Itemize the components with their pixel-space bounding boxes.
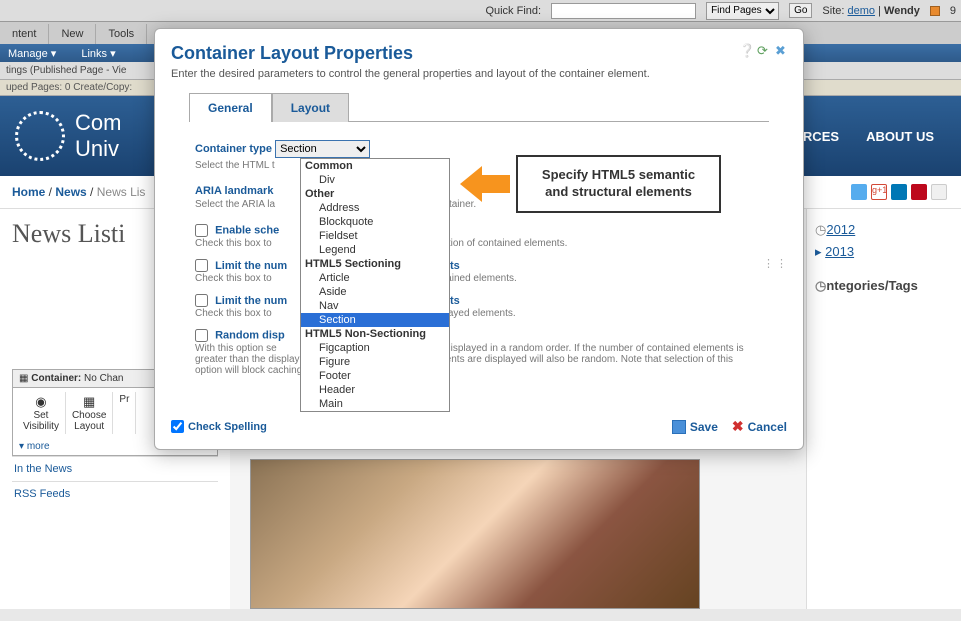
crumb-current: News Lis bbox=[97, 185, 146, 199]
refresh-icon[interactable]: ⟳ bbox=[757, 43, 771, 57]
opt-section[interactable]: Section bbox=[301, 313, 449, 327]
crumb-home[interactable]: Home bbox=[12, 185, 45, 199]
opt-aside[interactable]: Aside bbox=[301, 285, 449, 299]
group-h5sec: HTML5 Sectioning bbox=[301, 257, 449, 271]
site-label: Site: demo | Wendy bbox=[822, 5, 919, 17]
tab-general[interactable]: General bbox=[189, 93, 272, 122]
opt-fieldset[interactable]: Fieldset bbox=[301, 229, 449, 243]
linkedin-icon[interactable] bbox=[891, 184, 907, 200]
container-type-select[interactable]: Section bbox=[275, 140, 370, 158]
resize-handle[interactable]: ⋮⋮ bbox=[763, 257, 789, 270]
article-photo bbox=[250, 459, 700, 609]
check-spelling-label: Check Spelling bbox=[188, 421, 267, 433]
opt-article[interactable]: Article bbox=[301, 271, 449, 285]
categories-heading: ◷ntegories/Tags bbox=[815, 275, 953, 297]
limit-contained-checkbox[interactable] bbox=[195, 259, 208, 272]
group-other: Other bbox=[301, 187, 449, 201]
year-2013[interactable]: ▸ 2013 bbox=[815, 241, 953, 263]
pinterest-icon[interactable] bbox=[911, 184, 927, 200]
limit-contained-help: Check this box tof contained elements. bbox=[195, 273, 763, 284]
random-row: Random disp With this option ses will be… bbox=[195, 329, 763, 376]
year-2012[interactable]: ◷2012 bbox=[815, 219, 953, 241]
check-spelling-checkbox[interactable] bbox=[171, 420, 184, 433]
properties-button[interactable]: Pr bbox=[113, 392, 136, 434]
site-logo[interactable]: ComUniv bbox=[15, 110, 121, 162]
limit-displayed-row: Limit the numents Check this box tof dis… bbox=[195, 294, 763, 319]
random-checkbox[interactable] bbox=[195, 329, 208, 342]
manage-menu[interactable]: Manage ▾ bbox=[8, 47, 56, 60]
quick-find-label: Quick Find: bbox=[485, 5, 541, 17]
opt-figure[interactable]: Figure bbox=[301, 355, 449, 369]
site-link[interactable]: demo bbox=[848, 5, 876, 17]
group-common: Common bbox=[301, 159, 449, 173]
aria-label: ARIA landmark bbox=[195, 185, 273, 197]
tab-new[interactable]: New bbox=[49, 24, 96, 44]
limit-contained-row: Limit the numents Check this box tof con… bbox=[195, 259, 763, 284]
set-visibility-button[interactable]: ◉SetVisibility bbox=[17, 392, 66, 434]
tab-content[interactable]: ntent bbox=[0, 24, 49, 44]
sidelink-rss[interactable]: RSS Feeds bbox=[12, 481, 218, 506]
opt-nav[interactable]: Nav bbox=[301, 299, 449, 313]
random-help: With this option ses will be displayed i… bbox=[195, 343, 763, 376]
limit-displayed-help: Check this box tof displayed elements. bbox=[195, 308, 763, 319]
container-layout-dialog: ❔ ⟳ ✖ Container Layout Properties Enter … bbox=[154, 28, 804, 450]
help-icon[interactable]: ❔ bbox=[739, 43, 753, 57]
save-icon bbox=[672, 420, 686, 434]
dialog-tabs: General Layout bbox=[189, 92, 769, 122]
opt-main[interactable]: Main bbox=[301, 397, 449, 411]
crumb-news[interactable]: News bbox=[55, 185, 86, 199]
go-button[interactable]: Go bbox=[789, 3, 812, 18]
dialog-subtitle: Enter the desired parameters to control … bbox=[171, 68, 787, 80]
enable-sched-row: Enable sche Check this box tonalization … bbox=[195, 224, 763, 249]
save-button[interactable]: Save bbox=[672, 420, 718, 434]
group-h5non: HTML5 Non-Sectioning bbox=[301, 327, 449, 341]
enable-sched-label: Enable sche bbox=[215, 225, 279, 237]
choose-layout-button[interactable]: ▦ChooseLayout bbox=[66, 392, 113, 434]
sidelink-in-news[interactable]: In the News bbox=[12, 456, 218, 481]
logo-text: ComUniv bbox=[75, 110, 121, 162]
cancel-icon: ✖ bbox=[732, 418, 744, 435]
random-label: Random disp bbox=[215, 330, 285, 342]
mail-icon[interactable] bbox=[931, 184, 947, 200]
right-column: ◷2012 ▸ 2013 ◷ntegories/Tags bbox=[806, 209, 961, 609]
links-menu[interactable]: Links ▾ bbox=[81, 47, 115, 60]
opt-address[interactable]: Address bbox=[301, 201, 449, 215]
wreath-icon bbox=[15, 111, 65, 161]
dialog-footer: Check Spelling Save ✖Cancel bbox=[155, 410, 803, 449]
tab-tools[interactable]: Tools bbox=[96, 24, 147, 44]
opt-div[interactable]: Div bbox=[301, 173, 449, 187]
container-type-label: Container type bbox=[195, 143, 272, 155]
opt-blockquote[interactable]: Blockquote bbox=[301, 215, 449, 229]
annotation-callout: Specify HTML5 semanticand structural ele… bbox=[460, 155, 721, 213]
close-icon[interactable]: ✖ bbox=[775, 43, 789, 57]
find-pages-select[interactable]: Find Pages bbox=[706, 2, 779, 20]
enable-sched-checkbox[interactable] bbox=[195, 224, 208, 237]
quick-find-input[interactable] bbox=[551, 3, 696, 19]
gplus-icon[interactable]: g+1 bbox=[871, 184, 887, 200]
opt-footer[interactable]: Footer bbox=[301, 369, 449, 383]
tab-layout[interactable]: Layout bbox=[272, 93, 349, 122]
admin-topbar: Quick Find: Find Pages Go Site: demo | W… bbox=[0, 0, 961, 22]
arrow-body bbox=[482, 175, 510, 193]
nav-about[interactable]: ABOUT US bbox=[854, 129, 946, 144]
limit-displayed-checkbox[interactable] bbox=[195, 294, 208, 307]
opt-figcaption[interactable]: Figcaption bbox=[301, 341, 449, 355]
enable-sched-help: Check this box tonalization of contained… bbox=[195, 238, 763, 249]
cancel-button[interactable]: ✖Cancel bbox=[732, 418, 787, 435]
opt-header[interactable]: Header bbox=[301, 383, 449, 397]
container-type-dropdown[interactable]: Common Div Other Address Blockquote Fiel… bbox=[300, 158, 450, 412]
dialog-title: Container Layout Properties bbox=[171, 43, 787, 64]
opt-legend[interactable]: Legend bbox=[301, 243, 449, 257]
arrow-left-icon bbox=[460, 166, 482, 202]
twitter-icon[interactable] bbox=[851, 184, 867, 200]
callout-box: Specify HTML5 semanticand structural ele… bbox=[516, 155, 721, 213]
notification-icon[interactable] bbox=[930, 6, 940, 16]
